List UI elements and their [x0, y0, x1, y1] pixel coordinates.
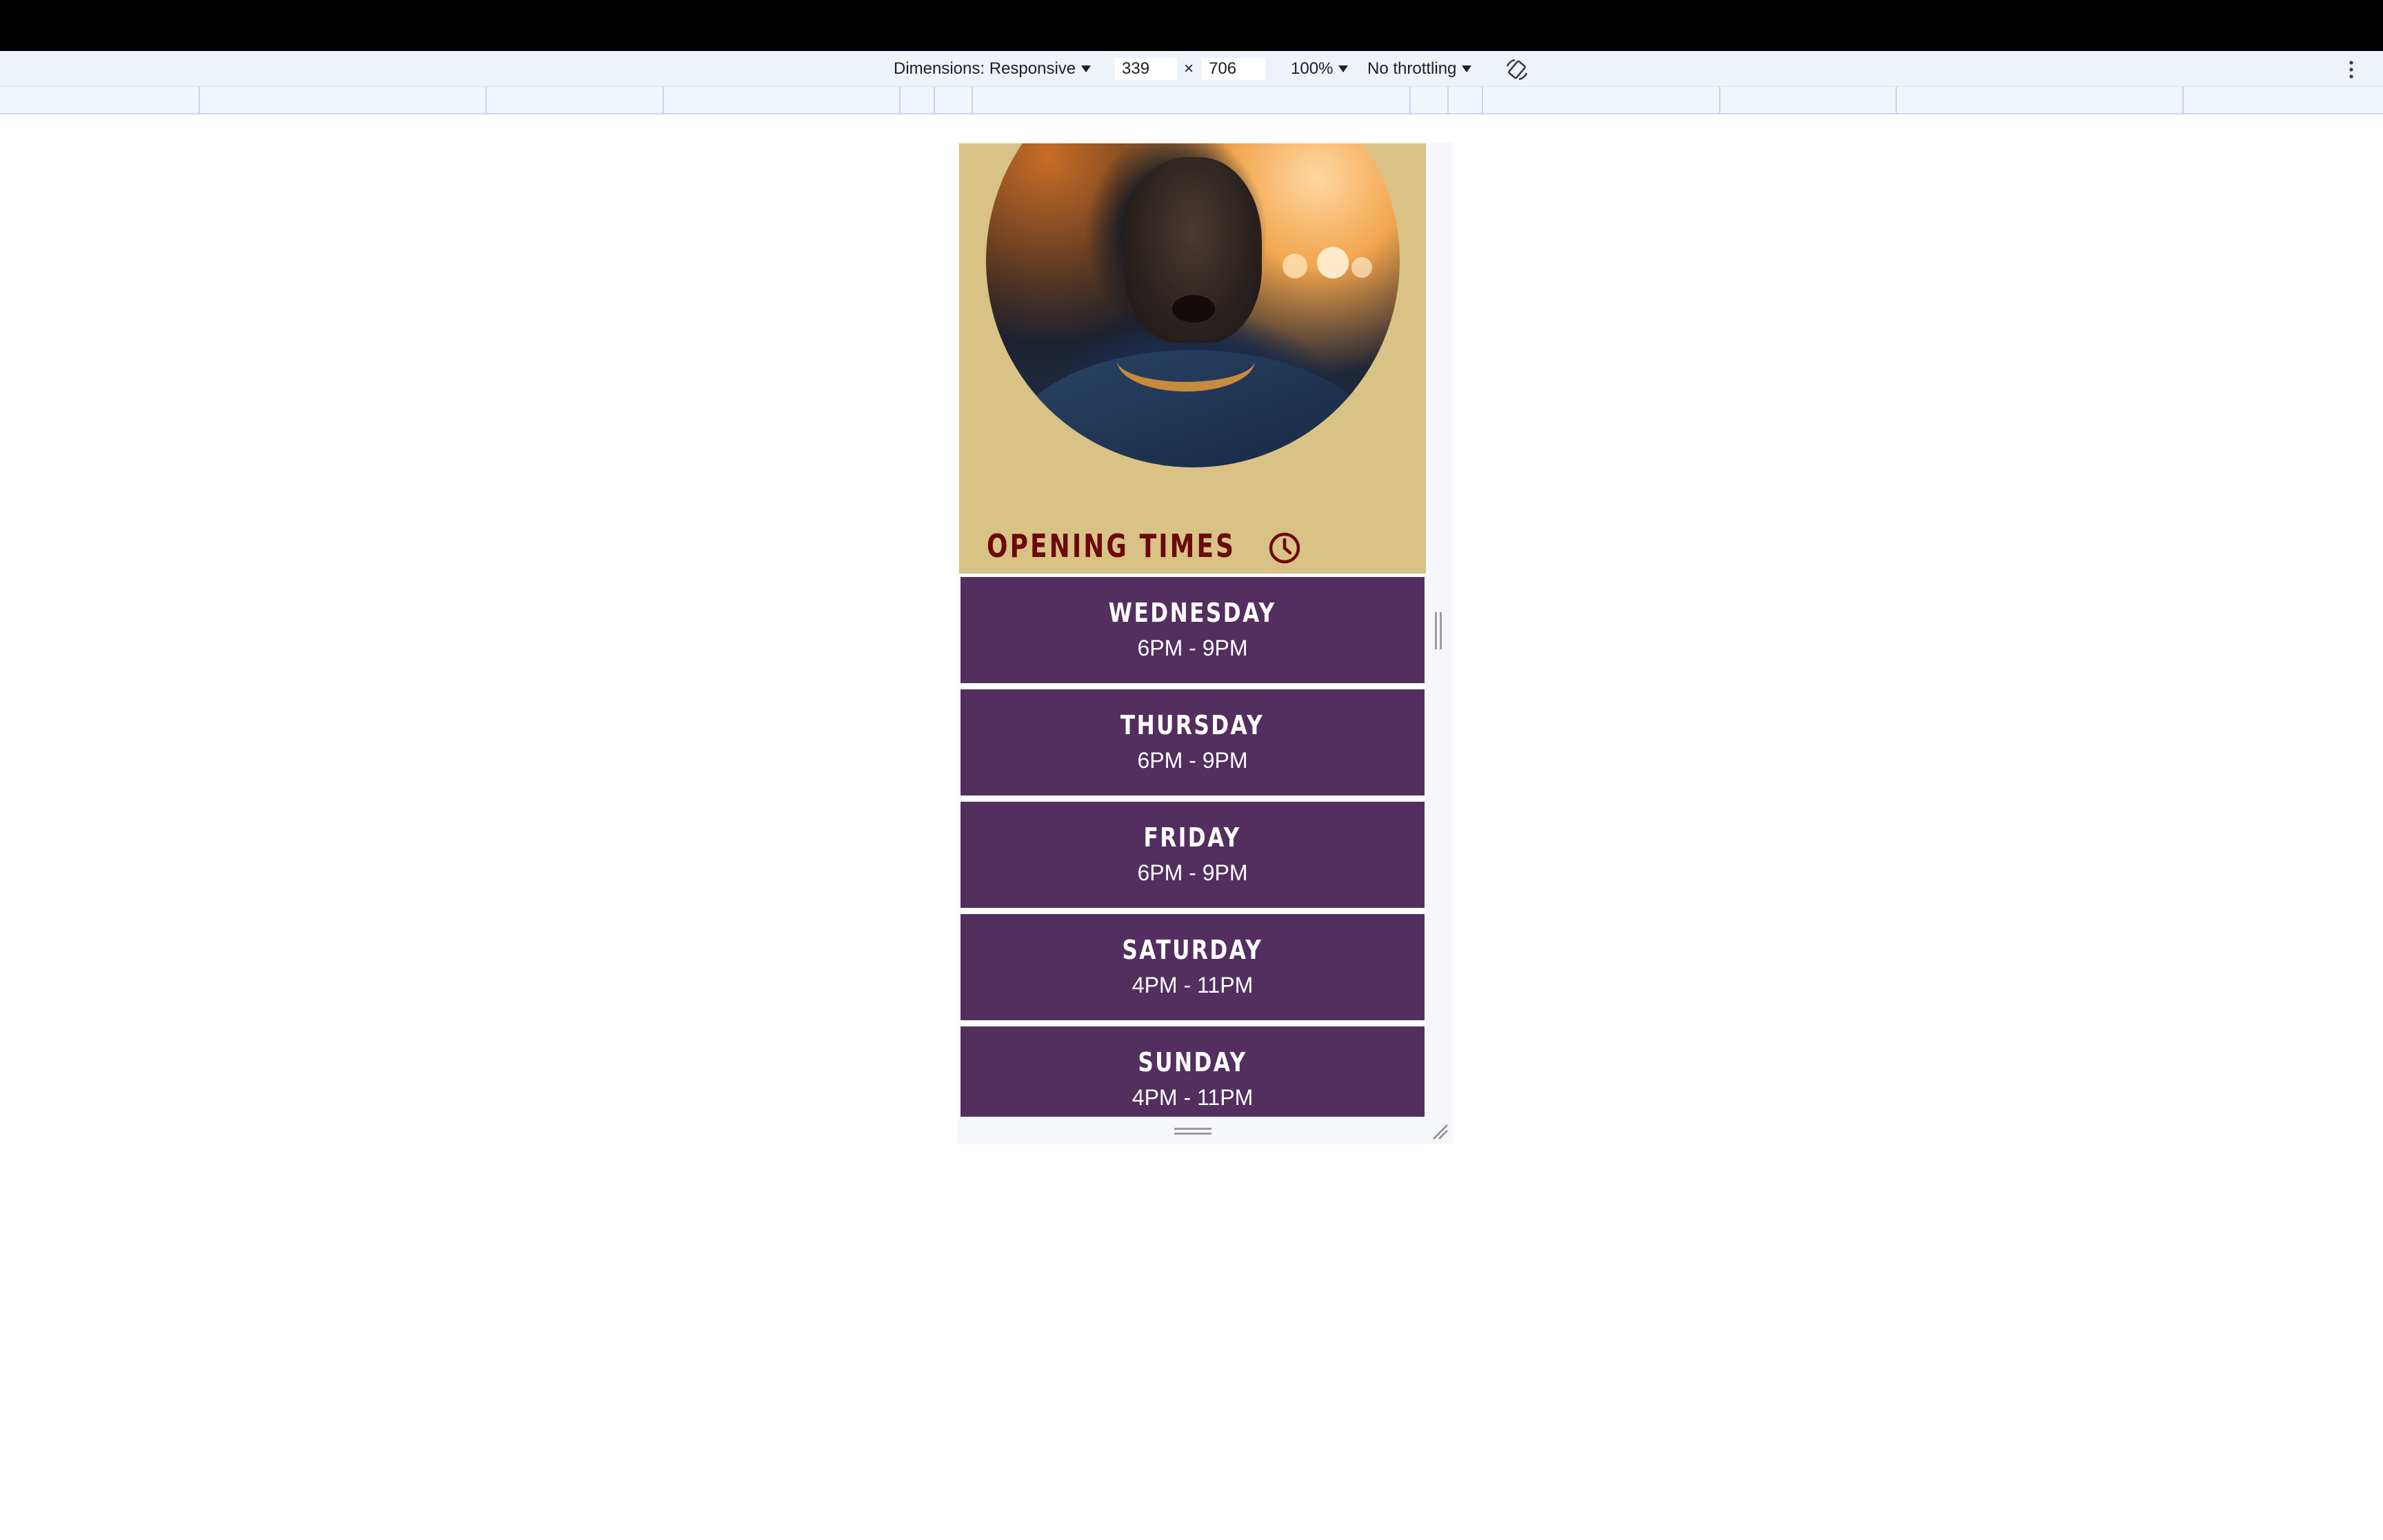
dimensions-label: Dimensions: Responsive	[894, 59, 1076, 78]
day-name: FRIDAY	[961, 822, 1425, 853]
day-hours: 6PM - 9PM	[1137, 860, 1248, 885]
player-photo	[986, 143, 1400, 467]
day-card-saturday: SATURDAY 4PM - 11PM	[961, 914, 1425, 1020]
ruler-tick[interactable]	[2182, 87, 2184, 114]
chevron-down-icon	[1338, 65, 1349, 72]
viewport-height-resize-handle[interactable]	[1174, 1128, 1211, 1135]
window-top-bar	[0, 0, 2383, 51]
chevron-down-icon	[1462, 65, 1472, 72]
ruler-tick[interactable]	[899, 87, 901, 114]
stadium-light	[1317, 247, 1349, 278]
hero-section: OPENING TIMES	[959, 143, 1426, 574]
ruler-tick[interactable]	[1896, 87, 1897, 114]
day-card-friday: FRIDAY 6PM - 9PM	[961, 802, 1425, 908]
day-name-text: WEDNESDAY	[1108, 598, 1277, 628]
stadium-light	[1283, 254, 1307, 278]
day-name: THURSDAY	[961, 710, 1425, 740]
times-symbol: ×	[1184, 59, 1194, 78]
throttling-label: No throttling	[1367, 59, 1457, 78]
day-card-sunday: SUNDAY 4PM - 11PM	[961, 1026, 1425, 1117]
ruler-tick[interactable]	[1482, 87, 1483, 114]
viewport-corner-resize-icon[interactable]	[1431, 1122, 1449, 1140]
day-name-text: SATURDAY	[1122, 935, 1263, 965]
throttling-dropdown[interactable]: No throttling	[1367, 51, 1472, 87]
day-hours: 6PM - 9PM	[1137, 636, 1248, 660]
day-name-text: THURSDAY	[1120, 710, 1265, 740]
device-viewport[interactable]: OPENING TIMES WEDNESDAY 6PM - 9PM THURSD…	[959, 143, 1426, 1117]
ruler-tick[interactable]	[1409, 87, 1411, 114]
day-hours: 6PM - 9PM	[1137, 748, 1248, 773]
ruler-tick[interactable]	[485, 87, 487, 114]
page-title: OPENING TIMES	[987, 527, 1236, 565]
device-toolbar: Dimensions: Responsive 339 × 706 100% No…	[0, 51, 2383, 87]
ruler-tick[interactable]	[199, 87, 200, 114]
day-name: SUNDAY	[961, 1047, 1425, 1077]
clock-icon	[1269, 532, 1300, 564]
viewport-width-resize-handle[interactable]	[1435, 612, 1442, 649]
width-input[interactable]: 339	[1115, 58, 1177, 80]
media-query-ruler	[0, 87, 2383, 114]
day-name-text: FRIDAY	[1143, 822, 1242, 853]
day-name: SATURDAY	[961, 935, 1425, 965]
chevron-down-icon	[1081, 65, 1092, 72]
ruler-tick[interactable]	[934, 87, 935, 114]
dimensions-dropdown[interactable]: Dimensions: Responsive	[894, 51, 1092, 87]
day-name: WEDNESDAY	[961, 598, 1425, 628]
zoom-dropdown[interactable]: 100%	[1291, 51, 1349, 87]
kebab-menu-icon[interactable]	[2344, 59, 2358, 80]
day-name-text: SUNDAY	[1138, 1047, 1247, 1077]
day-hours: 4PM - 11PM	[1132, 973, 1254, 997]
day-card-thursday: THURSDAY 6PM - 9PM	[961, 689, 1425, 796]
day-card-wednesday: WEDNESDAY 6PM - 9PM	[961, 577, 1425, 683]
height-input[interactable]: 706	[1202, 58, 1265, 80]
rotate-icon[interactable]	[1503, 58, 1531, 81]
player-mouth	[1172, 295, 1215, 323]
opening-times-heading: OPENING TIMES	[987, 527, 1306, 565]
stadium-light	[1351, 257, 1372, 278]
ruler-tick[interactable]	[972, 87, 973, 114]
day-hours: 4PM - 11PM	[1132, 1085, 1254, 1110]
ruler-tick[interactable]	[1447, 87, 1449, 114]
ruler-tick[interactable]	[1719, 87, 1720, 114]
ruler-tick[interactable]	[663, 87, 664, 114]
zoom-label: 100%	[1291, 59, 1334, 78]
